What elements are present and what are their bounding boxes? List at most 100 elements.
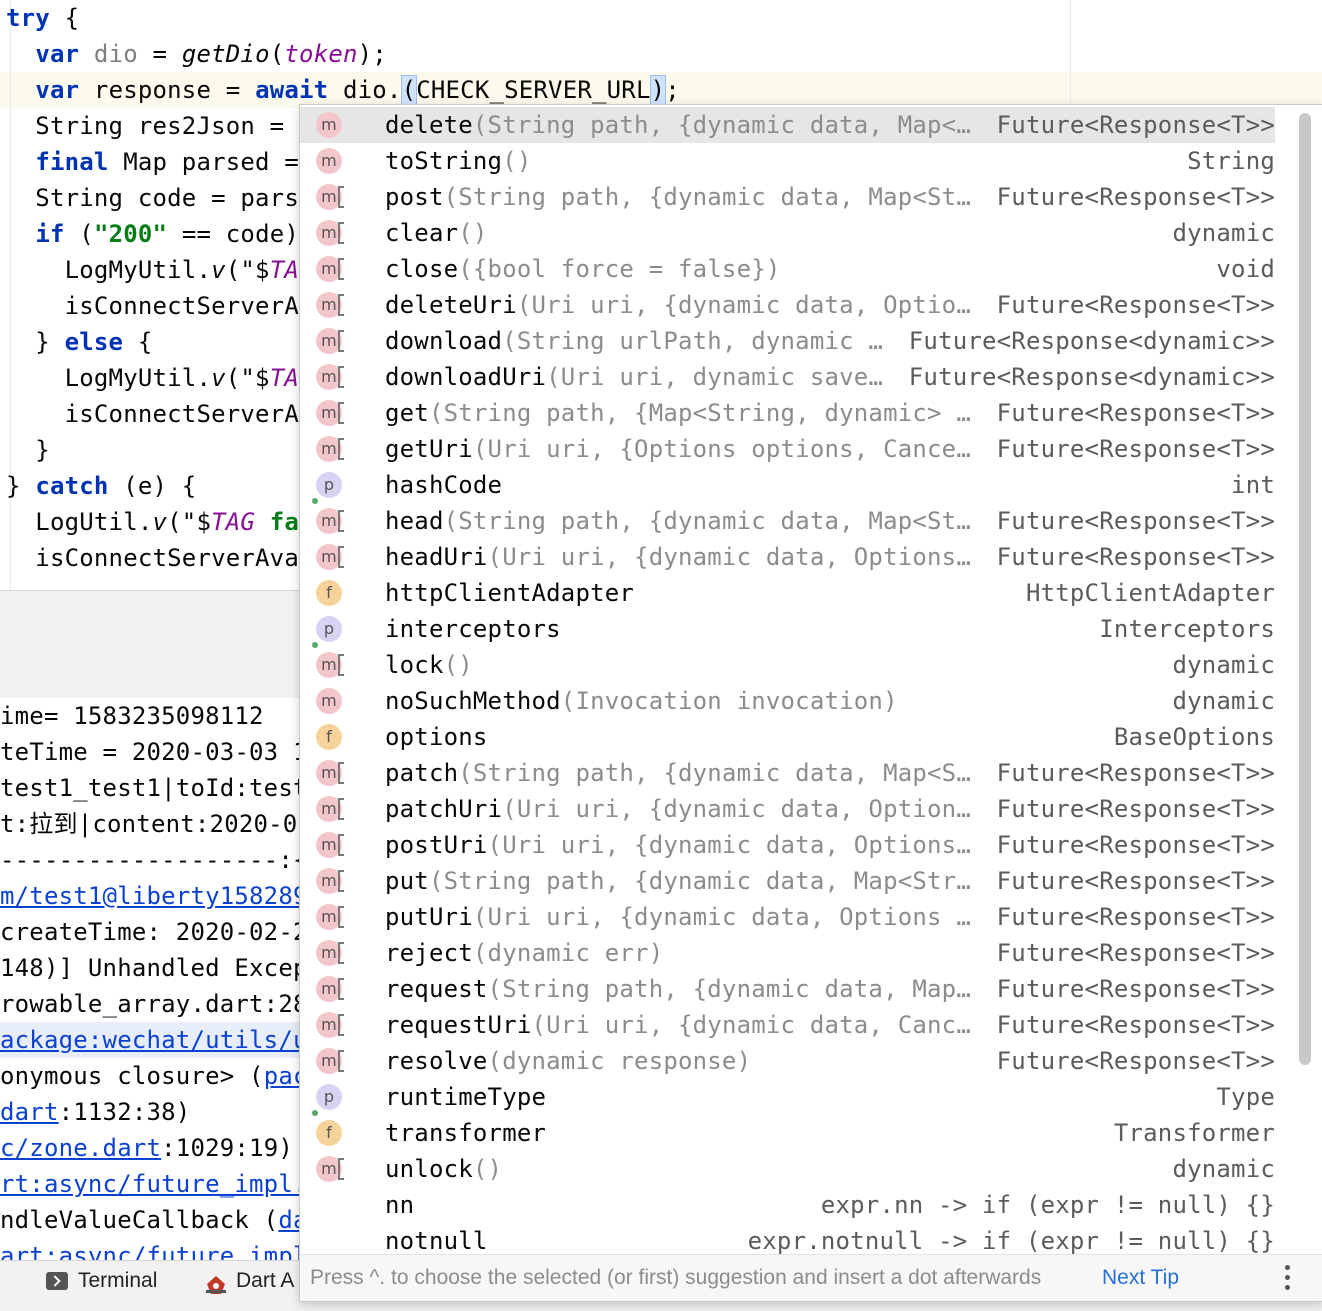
completion-item-post[interactable]: m post(String path, {dynamic data, Map<St… <box>300 179 1275 215</box>
code-line: String code = parse <box>6 180 314 216</box>
console-link[interactable]: rt:async/future_impl.d <box>0 1170 322 1198</box>
item-signature: (String path, {dynamic data, Map<S… <box>458 759 971 787</box>
terminal-tab[interactable]: Terminal <box>46 1261 157 1301</box>
completion-item-options[interactable]: f options BaseOptions <box>300 719 1275 755</box>
completion-item-clear[interactable]: m clear() dynamic <box>300 215 1275 251</box>
item-signature: (Uri uri, {dynamic data, Optio… <box>516 291 971 319</box>
dart-analysis-tab[interactable]: Dart A <box>204 1261 294 1301</box>
code-token: ( <box>64 220 94 248</box>
method-icon: m <box>316 1156 344 1182</box>
visibility-bracket-icon <box>336 326 346 356</box>
method-icon: m <box>316 148 342 174</box>
item-signature: (String path, {Map<String, dynamic> … <box>428 399 971 427</box>
completion-item-unlock[interactable]: m unlock() dynamic <box>300 1151 1275 1187</box>
completion-item-patchUri[interactable]: m patchUri(Uri uri, {dynamic data, Option… <box>300 791 1275 827</box>
kind-letter: m <box>321 943 337 962</box>
item-return-type: expr.nn -> if (expr != null) {} <box>820 1191 1275 1219</box>
code-line: var dio = getDio(token); <box>6 36 387 72</box>
matched-brace: ( <box>400 75 418 105</box>
completion-item-name: request(String path, {dynamic data, Map… <box>385 971 971 1007</box>
item-name-text: nn <box>385 1191 415 1219</box>
completion-item-deleteUri[interactable]: m deleteUri(Uri uri, {dynamic data, Optio… <box>300 287 1275 323</box>
item-signature: (String path, {dynamic data, Map<St… <box>443 183 971 211</box>
completion-item-runtimeType[interactable]: p runtimeType Type <box>300 1079 1275 1116</box>
code-token: } <box>6 328 65 356</box>
visibility-bracket-icon <box>336 506 346 536</box>
code-completion-popup[interactable]: m delete(String path, {dynamic data, Map<… <box>299 104 1322 1302</box>
method-icon: m <box>316 400 344 426</box>
completion-item-download[interactable]: m download(String urlPath, dynamic … Futur… <box>300 323 1275 359</box>
visibility-bracket-icon <box>336 182 346 212</box>
completion-item-get[interactable]: m get(String path, {Map<String, dynamic> … <box>300 395 1275 431</box>
completion-item-hashCode[interactable]: p hashCode int <box>300 467 1275 504</box>
completion-item-reject[interactable]: m reject(dynamic err) Future<Response<T>> <box>300 935 1275 971</box>
kind-letter: m <box>321 115 337 134</box>
item-name-text: patch <box>385 759 459 787</box>
completion-item-headUri[interactable]: m headUri(Uri uri, {dynamic data, Options… <box>300 539 1275 575</box>
completion-item-close[interactable]: m close({bool force = false}) void <box>300 251 1275 287</box>
code-token: TAG <box>211 508 256 536</box>
console-link[interactable]: ackage:wechat/utils/us <box>0 1026 322 1054</box>
console-line: ndleValueCallback (dar <box>0 1202 322 1238</box>
console-text: createTime: 2020-02-26 <box>0 918 323 946</box>
item-name-text: toString <box>385 147 503 175</box>
completion-item-nn[interactable]: nn expr.nn -> if (expr != null) {} <box>300 1187 1275 1223</box>
completion-item-put[interactable]: m put(String path, {dynamic data, Map<Str… <box>300 863 1275 899</box>
item-return-type: Future<Response<T>> <box>996 1011 1275 1039</box>
code-line: LogUtil.v("$TAG fai <box>6 504 314 540</box>
completion-item-postUri[interactable]: m postUri(Uri uri, {dynamic data, Options… <box>300 827 1275 863</box>
completion-item-name: patch(String path, {dynamic data, Map<S… <box>385 755 971 791</box>
code-token: isConnectServerAvai <box>6 544 314 572</box>
completion-item-patch[interactable]: m patch(String path, {dynamic data, Map<S… <box>300 755 1275 791</box>
console-link[interactable]: m/test1@liberty1582893 <box>0 882 322 910</box>
more-options-icon[interactable] <box>1285 1265 1291 1291</box>
method-icon: m <box>316 796 344 822</box>
console-link[interactable]: dart <box>0 1098 59 1126</box>
completion-item-noSuchMethod[interactable]: m noSuchMethod(Invocation invocation) dyna… <box>300 683 1275 719</box>
completion-item-transformer[interactable]: f transformer Transformer <box>300 1115 1275 1151</box>
item-signature: (String path, {dynamic data, Map… <box>487 975 971 1003</box>
completion-item-requestUri[interactable]: m requestUri(Uri uri, {dynamic data, Canc… <box>300 1007 1275 1043</box>
item-name-text: putUri <box>385 903 473 931</box>
item-return-type: Future<Response<T>> <box>996 1047 1275 1075</box>
console-link[interactable]: art:async/future_impl <box>0 1242 308 1260</box>
item-name-text: notnull <box>385 1227 488 1255</box>
completion-item-putUri[interactable]: m putUri(Uri uri, {dynamic data, Options … <box>300 899 1275 935</box>
code-token: getDio <box>181 40 270 68</box>
console-line: t:拉到|content:2020-03- <box>0 806 327 842</box>
code-line: var response = await dio.(CHECK_SERVER_U… <box>6 72 680 108</box>
completion-item-interceptors[interactable]: p interceptors Interceptors <box>300 611 1275 648</box>
code-token: = <box>137 40 182 68</box>
code-token: CHECK_SERVER_URL <box>416 76 651 104</box>
next-tip-link[interactable]: Next Tip <box>1102 1255 1179 1301</box>
item-name-text: postUri <box>385 831 488 859</box>
completion-item-downloadUri[interactable]: m downloadUri(Uri uri, dynamic save… Futur… <box>300 359 1275 395</box>
item-return-type: Future<Response<T>> <box>996 507 1275 535</box>
console-line: c/zone.dart:1029:19) <box>0 1130 300 1166</box>
code-token: LogMyUtil. <box>6 364 212 392</box>
kind-letter: m <box>321 1015 337 1034</box>
method-icon: m <box>316 328 344 354</box>
completion-item-httpClientAdapter[interactable]: f httpClientAdapter HttpClientAdapter <box>300 575 1275 611</box>
console-link[interactable]: c/zone.dart <box>0 1134 161 1162</box>
completion-item-toString[interactable]: m toString() String <box>300 143 1275 179</box>
item-signature: (dynamic err) <box>472 939 664 967</box>
completion-scrollbar[interactable] <box>1299 113 1311 1065</box>
item-signature: (Uri uri, {dynamic data, Options… <box>487 831 971 859</box>
completion-item-getUri[interactable]: m getUri(Uri uri, {Options options, Cance… <box>300 431 1275 467</box>
item-return-type: Future<Response<T>> <box>996 903 1275 931</box>
code-token: v <box>211 256 226 284</box>
item-return-type: Future<Response<T>> <box>996 939 1275 967</box>
completion-item-name: hashCode <box>385 467 502 503</box>
completion-item-delete[interactable]: m delete(String path, {dynamic data, Map<… <box>300 107 1275 143</box>
completion-item-lock[interactable]: m lock() dynamic <box>300 647 1275 683</box>
completion-item-request[interactable]: m request(String path, {dynamic data, Map… <box>300 971 1275 1007</box>
item-name-text: clear <box>385 219 459 247</box>
completion-item-head[interactable]: m head(String path, {dynamic data, Map<St… <box>300 503 1275 539</box>
code-keyword: if <box>35 220 65 248</box>
completion-item-name: unlock() <box>385 1151 502 1187</box>
completion-item-resolve[interactable]: m resolve(dynamic response) Future<Respons… <box>300 1043 1275 1079</box>
method-icon: m <box>316 1012 344 1038</box>
method-icon: m <box>316 508 344 534</box>
